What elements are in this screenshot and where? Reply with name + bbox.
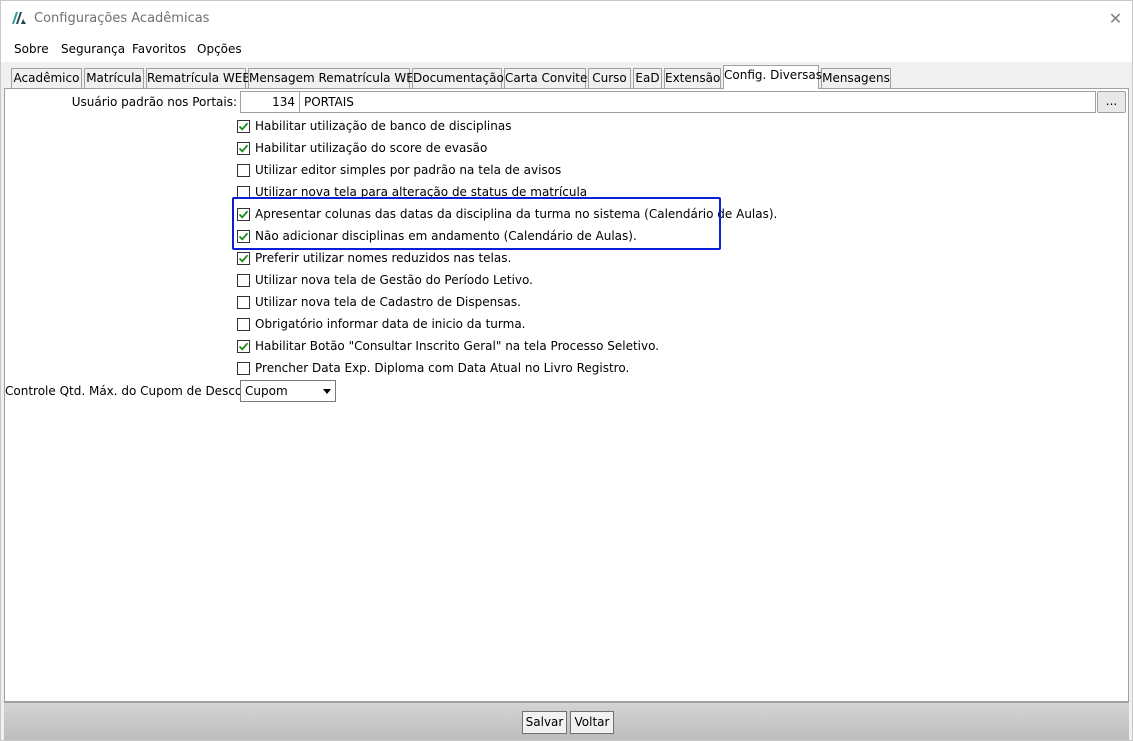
option-row[interactable]: Utilizar nova tela de Cadastro de Dispen… [237, 293, 521, 311]
tab-mensagens[interactable]: Mensagens [821, 68, 891, 88]
title-bar: Configurações Acadêmicas ✕ [1, 1, 1132, 36]
option-label: Habilitar utilização do score de evasão [255, 141, 488, 155]
tab-extensao[interactable]: Extensão [664, 68, 721, 88]
option-row[interactable]: Habilitar utilização de banco de discipl… [237, 117, 511, 135]
tab-ead[interactable]: EaD [633, 68, 662, 88]
footer-bar: Salvar Voltar [4, 702, 1129, 740]
option-checkbox[interactable] [237, 273, 250, 287]
option-checkbox[interactable] [237, 119, 250, 133]
coupon-control-select[interactable]: Cupom [240, 380, 336, 402]
tab-curso[interactable]: Curso [588, 68, 631, 88]
option-label: Preferir utilizar nomes reduzidos nas te… [255, 251, 512, 265]
option-checkbox[interactable] [237, 163, 250, 177]
chevron-down-icon [323, 389, 331, 394]
app-logo-icon [12, 12, 26, 24]
portal-user-browse-button[interactable]: ... [1097, 91, 1126, 113]
checkmark-icon [238, 144, 249, 153]
option-row[interactable]: Preferir utilizar nomes reduzidos nas te… [237, 249, 511, 267]
option-label: Habilitar utilização de banco de discipl… [255, 119, 512, 133]
checkmark-icon [238, 254, 249, 263]
coupon-control-selected: Cupom [245, 384, 288, 398]
option-label: Utilizar nova tela de Gestão do Período … [255, 273, 533, 287]
option-label: Obrigatório informar data de inicio da t… [255, 317, 526, 331]
option-row[interactable]: Obrigatório informar data de inicio da t… [237, 315, 526, 333]
settings-window: Configurações Acadêmicas ✕ Sobre Seguran… [0, 0, 1133, 741]
menu-item-opcoes[interactable]: Opções [197, 42, 242, 56]
option-row[interactable]: Habilitar utilização do score de evasão [237, 139, 487, 157]
tab-academico[interactable]: Acadêmico [11, 68, 82, 88]
window-title: Configurações Acadêmicas [34, 11, 210, 26]
menu-item-seguranca[interactable]: Segurança [61, 42, 125, 56]
option-checkbox[interactable] [237, 141, 250, 155]
option-label: Utilizar editor simples por padrão na te… [255, 163, 562, 177]
checkmark-icon [238, 122, 249, 131]
coupon-control-label: Controle Qtd. Máx. do Cupom de Desconto [5, 384, 262, 398]
tab-config-diversas[interactable]: Config. Diversas [723, 65, 822, 89]
option-checkbox[interactable] [237, 339, 250, 353]
option-checkbox[interactable] [237, 361, 250, 375]
save-button[interactable]: Salvar [522, 711, 567, 734]
option-checkbox[interactable] [237, 251, 250, 265]
option-label: Prencher Data Exp. Diploma com Data Atua… [255, 361, 630, 375]
tab-matricula[interactable]: Matrícula [84, 68, 144, 88]
menu-item-sobre[interactable]: Sobre [14, 42, 49, 56]
option-label: Habilitar Botão "Consultar Inscrito Gera… [255, 339, 660, 353]
back-button[interactable]: Voltar [570, 711, 614, 734]
option-row[interactable]: Utilizar nova tela de Gestão do Período … [237, 271, 533, 289]
close-icon[interactable]: ✕ [1099, 1, 1132, 36]
option-row[interactable]: Utilizar editor simples por padrão na te… [237, 161, 561, 179]
portal-user-label: Usuário padrão nos Portais: [71, 95, 237, 109]
option-checkbox[interactable] [237, 317, 250, 331]
tab-rematricula-web[interactable]: Rematrícula WEB [146, 68, 251, 88]
tab-strip: Acadêmico Matrícula Rematrícula WEB Mens… [1, 62, 1132, 89]
portal-user-name-field[interactable]: PORTAIS [299, 91, 1096, 113]
option-row[interactable]: Habilitar Botão "Consultar Inscrito Gera… [237, 337, 659, 355]
portal-user-code-field[interactable]: 134 [240, 91, 300, 113]
option-label: Utilizar nova tela de Cadastro de Dispen… [255, 295, 521, 309]
highlight-box [232, 197, 721, 250]
option-row[interactable]: Prencher Data Exp. Diploma com Data Atua… [237, 359, 629, 377]
menu-bar: Sobre Segurança Favoritos Opções [1, 36, 1132, 62]
option-checkbox[interactable] [237, 295, 250, 309]
checkmark-icon [238, 342, 249, 351]
tab-carta-convite[interactable]: Carta Convite [504, 68, 587, 88]
menu-item-favoritos[interactable]: Favoritos [132, 42, 186, 56]
tab-mensagem-rematricula-web[interactable]: Mensagem Rematrícula WEB [248, 68, 422, 88]
tab-documentacao[interactable]: Documentação [412, 68, 504, 88]
